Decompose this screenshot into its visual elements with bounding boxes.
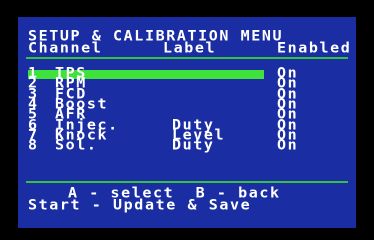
column-header-enabled: Enabled	[277, 39, 352, 57]
column-header-label: Label	[163, 39, 217, 57]
footer-save-line: Start - Update & Save	[28, 196, 252, 214]
footer-divider	[26, 181, 348, 183]
channel-name: Sol.	[55, 136, 98, 154]
column-header-channel: Channel	[28, 39, 103, 57]
channel-number: 8	[28, 136, 39, 154]
menu-screen: SETUP & CALIBRATION MENU Channel Label E…	[18, 17, 356, 228]
channel-enabled[interactable]: On	[277, 138, 298, 152]
bottom-bezel	[0, 228, 374, 240]
header-divider	[26, 57, 348, 59]
channel-label: Duty	[172, 136, 215, 154]
